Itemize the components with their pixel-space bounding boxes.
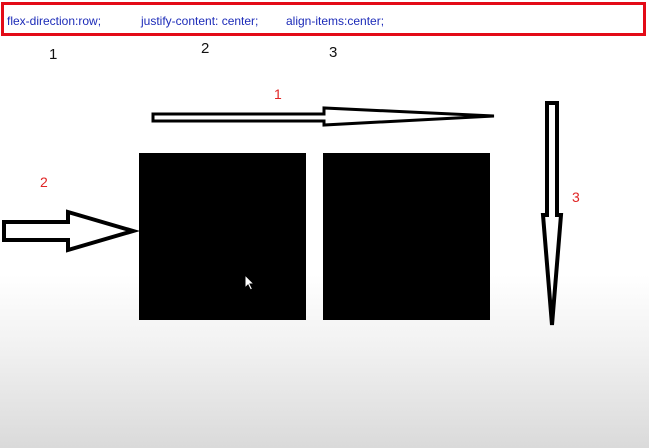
flex-item-box-2 — [323, 153, 490, 320]
mouse-cursor-icon — [244, 273, 256, 291]
flex-item-box-1 — [139, 153, 306, 320]
